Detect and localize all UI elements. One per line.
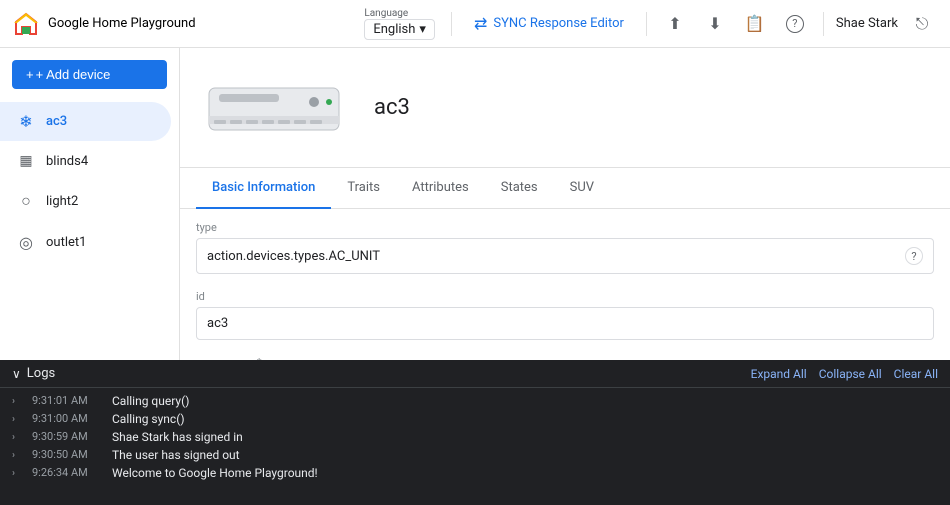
log-message-0: Calling query() — [112, 394, 189, 408]
logs-title: Logs — [27, 366, 55, 381]
device-preview: ac3 — [180, 48, 950, 168]
help-icon: ? — [786, 15, 804, 33]
chevron-down-icon: ▾ — [419, 22, 426, 37]
form-area: type action.devices.types.AC_UNIT ? id a… — [180, 209, 950, 360]
log-entry-1: › 9:31:00 AM Calling sync() — [0, 410, 950, 428]
language-select[interactable]: English ▾ — [364, 19, 435, 40]
log-entry-4: › 9:26:34 AM Welcome to Google Home Play… — [0, 464, 950, 482]
log-toggle-3[interactable]: › — [12, 450, 24, 461]
ac-unit-svg — [204, 78, 344, 138]
download-icon-button[interactable]: ⬇ — [699, 8, 731, 40]
id-label: id — [196, 290, 934, 303]
sidebar-item-outlet1[interactable]: ◎ outlet1 — [0, 223, 171, 262]
download-icon: ⬇ — [708, 14, 721, 33]
log-message-4: Welcome to Google Home Playground! — [112, 466, 318, 480]
device-name-blinds4: blinds4 — [46, 154, 88, 169]
app-title: Google Home Playground — [48, 16, 196, 31]
log-toggle-1[interactable]: › — [12, 414, 24, 425]
main-area: + + Add device ❄ ac3 ▦ blinds4 ○ light2 … — [0, 48, 950, 360]
language-section: Language English ▾ — [364, 8, 435, 40]
device-name-light2: light2 — [46, 194, 78, 209]
device-name-ac3: ac3 — [46, 114, 67, 129]
logs-actions: Expand All Collapse All Clear All — [751, 367, 938, 381]
type-help-icon[interactable]: ? — [905, 247, 923, 265]
logs-header[interactable]: ∨ Logs Expand All Collapse All Clear All — [0, 360, 950, 388]
log-time-2: 9:30:59 AM — [32, 430, 104, 443]
sync-response-editor-button[interactable]: ⇄ SYNC Response Editor — [464, 8, 634, 39]
user-name[interactable]: Shae Stark — [836, 16, 898, 31]
sync-icon: ⇄ — [474, 14, 487, 33]
divider — [451, 12, 452, 36]
tab-traits[interactable]: Traits — [331, 168, 396, 209]
help-icon-button[interactable]: ? — [779, 8, 811, 40]
log-entry-3: › 9:30:50 AM The user has signed out — [0, 446, 950, 464]
log-message-1: Calling sync() — [112, 412, 185, 426]
logs-section: ∨ Logs Expand All Collapse All Clear All… — [0, 360, 950, 505]
logs-chevron-icon: ∨ — [12, 367, 21, 381]
plus-icon: + — [26, 67, 34, 82]
sidebar: + + Add device ❄ ac3 ▦ blinds4 ○ light2 … — [0, 48, 180, 360]
log-message-2: Shae Stark has signed in — [112, 430, 243, 444]
log-time-1: 9:31:00 AM — [32, 412, 104, 425]
tab-suv[interactable]: SUV — [554, 168, 610, 209]
log-time-0: 9:31:01 AM — [32, 394, 104, 407]
logout-icon: ⎋ — [916, 14, 929, 34]
divider3 — [823, 12, 824, 36]
type-value-container: action.devices.types.AC_UNIT ? — [196, 238, 934, 274]
clear-all-button[interactable]: Clear All — [894, 367, 938, 381]
blinds-icon: ▦ — [16, 153, 36, 169]
add-device-button[interactable]: + + Add device — [12, 60, 167, 89]
tab-attributes[interactable]: Attributes — [396, 168, 485, 209]
expand-all-button[interactable]: Expand All — [751, 367, 807, 381]
log-time-3: 9:30:50 AM — [32, 448, 104, 461]
type-label: type — [196, 221, 934, 234]
log-entry-0: › 9:31:01 AM Calling query() — [0, 392, 950, 410]
logo-icon — [12, 10, 40, 38]
id-value: ac3 — [196, 307, 934, 340]
device-name-outlet1: outlet1 — [46, 235, 86, 250]
tab-basic-information[interactable]: Basic Information — [196, 168, 331, 209]
log-time-4: 9:26:34 AM — [32, 466, 104, 479]
sidebar-item-light2[interactable]: ○ light2 — [0, 181, 171, 221]
tab-states[interactable]: States — [485, 168, 554, 209]
content-area: ac3 Basic Information Traits Attributes … — [180, 48, 950, 360]
book-icon-button[interactable]: 📋 — [739, 8, 771, 40]
divider2 — [646, 12, 647, 36]
type-value: action.devices.types.AC_UNIT — [207, 249, 380, 264]
collapse-all-button[interactable]: Collapse All — [819, 367, 882, 381]
logout-icon-button[interactable]: ⎋ — [906, 8, 938, 40]
upload-icon: ⬆ — [668, 14, 681, 33]
app-logo: Google Home Playground — [12, 10, 196, 38]
top-header: Google Home Playground Language English … — [0, 0, 950, 48]
outlet-icon: ◎ — [16, 233, 36, 252]
log-entry-2: › 9:30:59 AM Shae Stark has signed in — [0, 428, 950, 446]
logs-content: › 9:31:01 AM Calling query() › 9:31:00 A… — [0, 388, 950, 505]
sidebar-item-blinds4[interactable]: ▦ blinds4 — [0, 143, 171, 179]
book-icon: 📋 — [745, 14, 765, 33]
log-toggle-2[interactable]: › — [12, 432, 24, 443]
log-message-3: The user has signed out — [112, 448, 240, 462]
field-type: type action.devices.types.AC_UNIT ? — [196, 221, 934, 274]
sidebar-item-ac3[interactable]: ❄ ac3 — [0, 102, 171, 141]
upload-icon-button[interactable]: ⬆ — [659, 8, 691, 40]
log-toggle-0[interactable]: › — [12, 396, 24, 407]
light-icon: ○ — [16, 191, 36, 211]
log-toggle-4[interactable]: › — [12, 468, 24, 479]
language-label: Language — [364, 8, 408, 19]
tabs-bar: Basic Information Traits Attributes Stat… — [180, 168, 950, 209]
ac-icon: ❄ — [16, 112, 36, 131]
field-id: id ac3 — [196, 290, 934, 340]
ac-unit-image — [204, 73, 344, 143]
device-preview-name: ac3 — [374, 95, 410, 120]
language-value: English — [373, 22, 415, 37]
